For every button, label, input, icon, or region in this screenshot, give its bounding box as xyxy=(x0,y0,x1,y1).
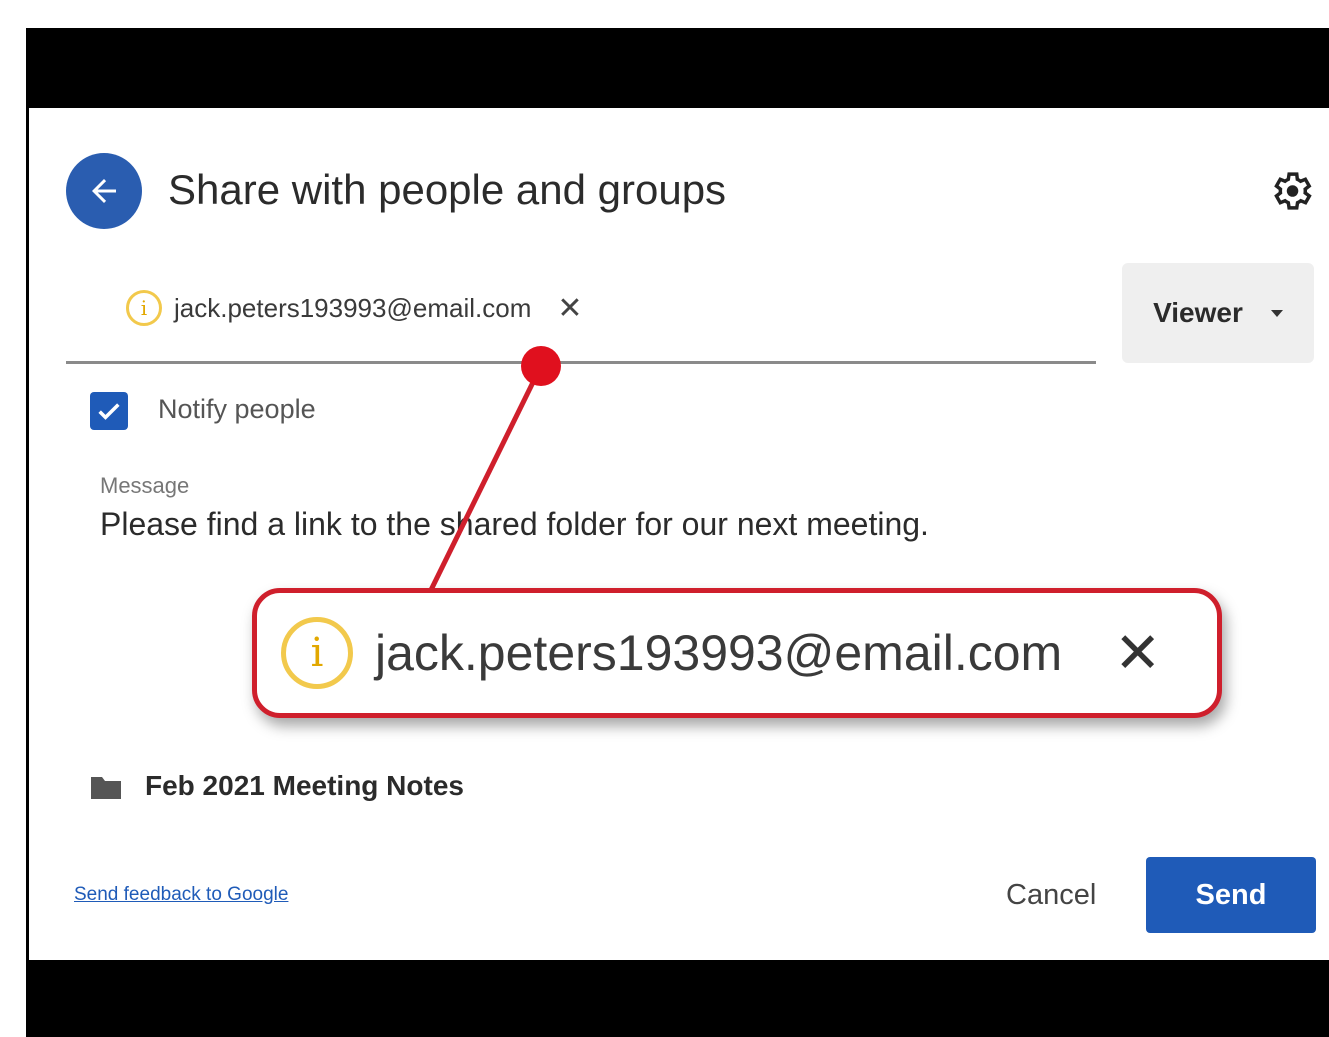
role-dropdown[interactable]: Viewer xyxy=(1122,263,1314,363)
close-icon[interactable]: ✕ xyxy=(557,291,582,326)
recipient-email: jack.peters193993@email.com xyxy=(174,292,532,323)
callout-email: jack.peters193993@email.com xyxy=(375,625,1063,681)
dialog-title: Share with people and groups xyxy=(168,166,727,213)
recipient-input-underline xyxy=(66,361,1096,364)
settings-button[interactable] xyxy=(1268,168,1314,214)
feedback-link[interactable]: Send feedback to Google xyxy=(74,884,288,906)
notify-checkbox[interactable] xyxy=(90,392,128,430)
message-label: Message xyxy=(100,473,190,498)
recipient-chip[interactable]: i jack.peters193993@email.com ✕ xyxy=(126,290,583,326)
gear-icon xyxy=(1274,172,1312,210)
zoom-callout: i jack.peters193993@email.com ✕ xyxy=(252,588,1222,718)
left-edge-bar xyxy=(26,28,29,1037)
shared-item-name: Feb 2021 Meeting Notes xyxy=(145,770,464,801)
bottom-black-bar xyxy=(28,960,1329,1037)
back-button[interactable] xyxy=(66,153,142,229)
role-selected: Viewer xyxy=(1153,297,1243,328)
notify-label: Notify people xyxy=(158,394,316,424)
folder-icon xyxy=(91,777,121,799)
arrow-left-icon xyxy=(92,179,116,203)
close-icon: ✕ xyxy=(1114,621,1162,684)
info-icon: i xyxy=(281,617,353,689)
chevron-down-icon xyxy=(1270,309,1283,317)
check-icon xyxy=(98,403,120,420)
top-black-bar xyxy=(28,28,1329,108)
send-button[interactable]: Send xyxy=(1146,857,1316,933)
info-icon: i xyxy=(126,290,162,326)
cancel-button[interactable]: Cancel xyxy=(1006,879,1096,912)
message-field[interactable]: Please find a link to the shared folder … xyxy=(100,506,929,543)
